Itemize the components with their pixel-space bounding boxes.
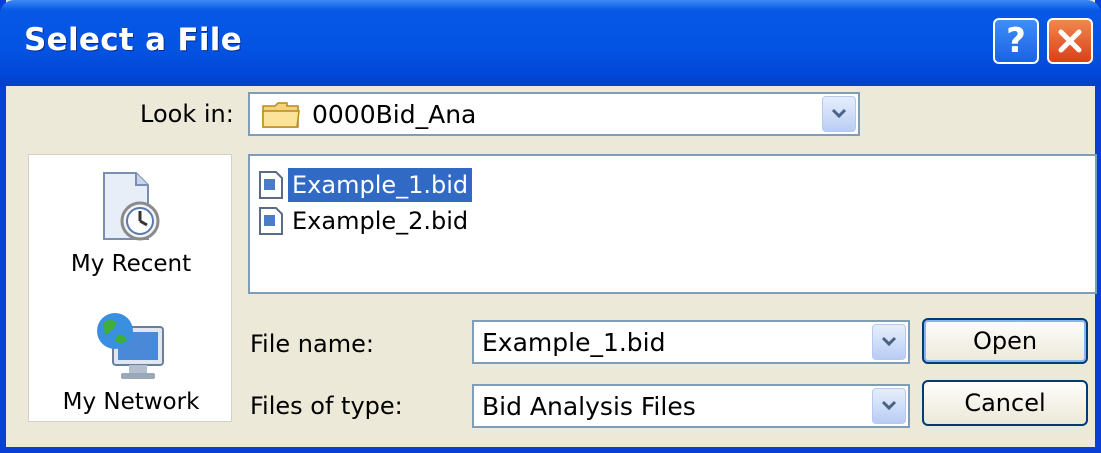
file-type-value: Bid Analysis Files bbox=[482, 392, 696, 421]
chevron-down-icon bbox=[881, 336, 897, 347]
file-item[interactable]: Example_2.bid bbox=[258, 204, 472, 238]
open-button[interactable]: Open bbox=[922, 318, 1088, 364]
file-name-text: Example_1.bid bbox=[286, 167, 474, 203]
file-item[interactable]: Example_1.bid bbox=[258, 167, 474, 203]
close-button[interactable] bbox=[1047, 18, 1093, 64]
place-my-network-label: My Network bbox=[62, 389, 200, 415]
look-in-dropdown-arrow[interactable] bbox=[822, 96, 856, 132]
folder-icon bbox=[262, 102, 300, 128]
recent-documents-icon bbox=[103, 172, 160, 241]
file-type-dropdown[interactable]: Bid Analysis Files bbox=[472, 384, 910, 428]
close-icon bbox=[1058, 29, 1082, 53]
help-button[interactable]: ? bbox=[993, 18, 1039, 64]
place-my-recent[interactable]: My Recent bbox=[29, 169, 233, 277]
document-icon bbox=[259, 171, 283, 199]
file-type-dropdown-arrow[interactable] bbox=[872, 388, 906, 424]
chevron-down-icon bbox=[831, 108, 847, 119]
files-of-type-label: Files of type: bbox=[250, 392, 403, 420]
dialog-title: Select a File bbox=[24, 22, 243, 58]
file-list[interactable]: Example_1.bid Example_2.bid bbox=[248, 154, 1097, 294]
places-bar: My Recent My Network bbox=[28, 154, 232, 422]
file-name-input[interactable]: Example_1.bid bbox=[472, 320, 910, 364]
file-name-dropdown-arrow[interactable] bbox=[872, 324, 906, 360]
help-icon: ? bbox=[1006, 21, 1026, 61]
cancel-button[interactable]: Cancel bbox=[922, 380, 1088, 426]
place-my-network[interactable]: My Network bbox=[29, 305, 233, 415]
network-icon bbox=[97, 313, 164, 379]
look-in-label: Look in: bbox=[140, 100, 234, 128]
document-icon bbox=[259, 207, 283, 235]
look-in-value: 0000Bid_Ana bbox=[312, 100, 477, 129]
look-in-dropdown[interactable]: 0000Bid_Ana bbox=[248, 92, 860, 136]
file-name-text: Example_2.bid bbox=[292, 207, 469, 235]
file-name-value: Example_1.bid bbox=[482, 328, 666, 357]
title-bar[interactable]: Select a File ? bbox=[0, 0, 1101, 86]
file-name-label: File name: bbox=[250, 330, 374, 358]
place-my-recent-label: My Recent bbox=[70, 251, 192, 277]
chevron-down-icon bbox=[881, 400, 897, 411]
